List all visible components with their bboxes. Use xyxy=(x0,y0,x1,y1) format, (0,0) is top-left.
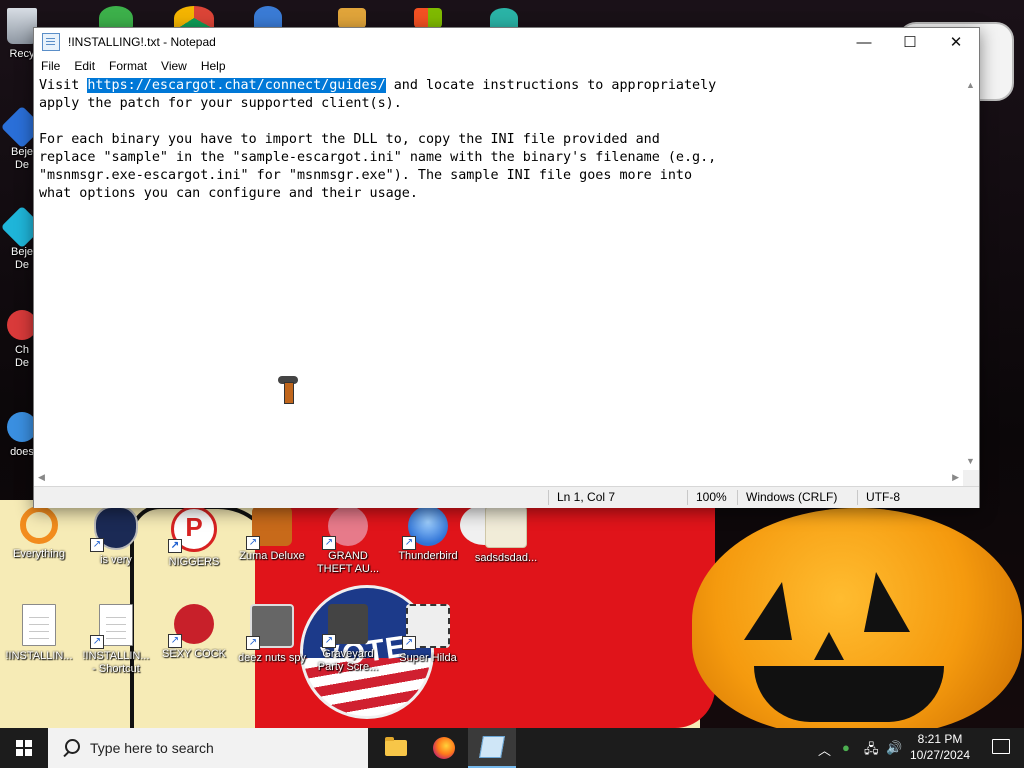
maximize-button[interactable]: ☐ xyxy=(887,28,933,56)
chevron-up-icon[interactable]: ︿ xyxy=(818,740,831,759)
clock[interactable]: 8:21 PM 10/27/2024 xyxy=(902,731,978,763)
desktop-icon-graveyard-party[interactable]: ↗ Graveyard Party Scre... xyxy=(310,604,386,674)
menu-bar: File Edit Format View Help xyxy=(34,56,979,76)
notifications-icon[interactable] xyxy=(992,739,1010,754)
red-p-icon: P ↗ xyxy=(168,506,217,553)
volume-icon[interactable]: 🔊 xyxy=(886,740,902,756)
text-file-icon: ↗ xyxy=(90,604,133,649)
notepad-icon xyxy=(479,736,505,758)
pumpkin-mouth xyxy=(754,666,944,722)
scroll-up-arrow-icon[interactable]: ▲ xyxy=(966,80,975,90)
desktop-icon-installing-txt[interactable]: !INSTALLIN... xyxy=(1,604,77,663)
start-button[interactable] xyxy=(0,728,48,768)
firefox-icon xyxy=(433,737,455,759)
thunderbird-icon: ↗ xyxy=(402,506,448,550)
zuma-icon: ↗ xyxy=(246,506,292,550)
soldier-icon: ↗ xyxy=(322,604,368,648)
desktop-icon-folder[interactable]: sadsdsdad... xyxy=(468,506,544,565)
network-icon[interactable]: 🖧 xyxy=(864,740,879,762)
file-explorer-icon xyxy=(385,737,407,756)
pumpkin-eye-right xyxy=(864,572,910,632)
menu-file[interactable]: File xyxy=(34,59,67,73)
menu-format[interactable]: Format xyxy=(102,59,154,73)
vertical-scrollbar[interactable]: ▲ ▼ xyxy=(963,76,979,470)
desktop-icon-top-5[interactable] xyxy=(410,8,446,28)
taskbar-file-explorer[interactable] xyxy=(372,728,420,768)
desktop-icon-top-6[interactable] xyxy=(486,8,522,28)
status-position: Ln 1, Col 7 xyxy=(548,490,615,505)
scroll-down-arrow-icon[interactable]: ▼ xyxy=(966,456,975,466)
scrollbar-corner xyxy=(963,470,979,486)
minimize-button[interactable]: — xyxy=(841,28,887,56)
text-editor[interactable]: Visit https://escargot.chat/connect/guid… xyxy=(34,76,963,486)
folder-icon xyxy=(485,506,527,548)
status-line-endings: Windows (CRLF) xyxy=(737,490,837,505)
everything-search-icon xyxy=(20,506,58,544)
selected-text[interactable]: https://escargot.chat/connect/guides/ xyxy=(87,78,386,93)
desktop-icon-top-4[interactable] xyxy=(334,8,370,28)
status-encoding: UTF-8 xyxy=(857,490,900,505)
clock-time: 8:21 PM xyxy=(917,732,963,746)
people-icon[interactable]: ● xyxy=(842,740,850,755)
pumpkin-image xyxy=(692,508,1022,728)
app-icon xyxy=(414,8,442,28)
shield-logo-icon: ↗ xyxy=(90,506,138,552)
desktop-icon-angry-birds[interactable]: ↗ SEXY COCK xyxy=(156,604,232,661)
desktop-icon-super-hilda[interactable]: ↗ Super Hilda xyxy=(390,604,466,665)
menu-edit[interactable]: Edit xyxy=(67,59,102,73)
title-bar[interactable]: !INSTALLING!.txt - Notepad — ☐ ✕ xyxy=(34,28,979,56)
clock-date: 10/27/2024 xyxy=(909,748,971,762)
desktop-icon-gta[interactable]: ↗ GRAND THEFT AU... xyxy=(310,506,386,576)
desktop-icon-niggers[interactable]: P ↗ NIGGERS xyxy=(156,506,232,569)
anime-girl-icon: ↗ xyxy=(322,506,368,550)
window-title: !INSTALLING!.txt - Notepad xyxy=(68,35,216,49)
app-icon xyxy=(490,8,518,28)
horizontal-scrollbar[interactable]: ◀ ▶ xyxy=(34,470,963,486)
search-icon xyxy=(62,739,80,757)
status-bar: Ln 1, Col 7 100% Windows (CRLF) UTF-8 xyxy=(34,486,979,508)
taskbar-firefox[interactable] xyxy=(420,728,468,768)
editor-text[interactable]: Visit https://escargot.chat/connect/guid… xyxy=(34,76,963,203)
scroll-left-arrow-icon[interactable]: ◀ xyxy=(38,472,45,483)
text-file-icon xyxy=(22,604,56,646)
desktop-icon-everything[interactable]: Everything xyxy=(1,506,77,561)
search-placeholder: Type here to search xyxy=(90,740,214,756)
shortcut-arrow-icon: ↗ xyxy=(90,538,104,552)
desktop-icon-deez-nuts-spy[interactable]: ↗ deez nuts spy xyxy=(234,604,310,665)
windows-logo-icon xyxy=(16,740,32,756)
status-zoom: 100% xyxy=(687,490,727,505)
menu-view[interactable]: View xyxy=(154,59,194,73)
app-icon xyxy=(338,8,366,28)
desktop-icon-is-very[interactable]: ↗ is very xyxy=(78,506,154,567)
desktop-icon-installing-shortcut[interactable]: ↗ !INSTALLIN... - Shortcut xyxy=(78,604,154,676)
scroll-right-arrow-icon[interactable]: ▶ xyxy=(952,472,959,483)
system-tray: ︿ ● 🖧 🔊 8:21 PM 10/27/2024 xyxy=(804,728,1024,768)
taskbar-notepad[interactable] xyxy=(468,728,516,768)
desktop-icon-zuma-deluxe[interactable]: ↗ Zuma Deluxe xyxy=(234,506,310,563)
app-icon xyxy=(254,6,282,28)
notepad-window[interactable]: !INSTALLING!.txt - Notepad — ☐ ✕ File Ed… xyxy=(33,27,980,508)
close-button[interactable]: ✕ xyxy=(933,28,979,56)
pumpkin-nose xyxy=(814,632,844,660)
windows-copy-icon: ↗ xyxy=(246,604,294,650)
desktop-icon-top-3[interactable] xyxy=(250,6,286,28)
pumpkin-eye-left xyxy=(744,582,792,640)
taskbar: Type here to search ︿ ● 🖧 🔊 8:21 PM 10/2… xyxy=(0,728,1024,768)
taskbar-search-box[interactable]: Type here to search xyxy=(48,728,368,768)
desktop-icon-thunderbird[interactable]: ↗ Thunderbird xyxy=(390,506,466,563)
notepad-icon xyxy=(42,33,60,51)
angry-birds-icon: ↗ xyxy=(168,604,214,648)
animated-cursor-icon xyxy=(276,374,300,404)
pixel-character-icon: ↗ xyxy=(402,604,450,650)
menu-help[interactable]: Help xyxy=(194,59,233,73)
